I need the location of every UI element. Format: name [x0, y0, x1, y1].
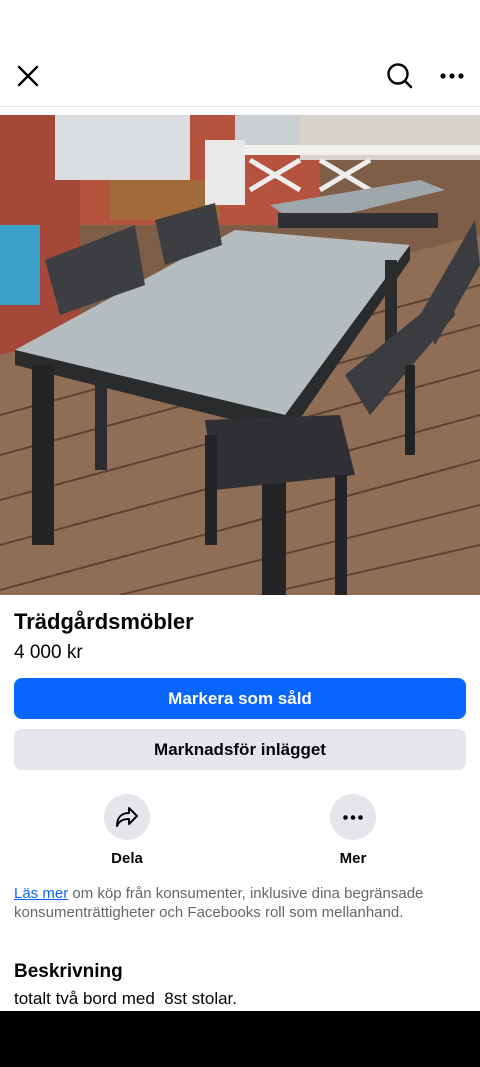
search-icon [387, 63, 413, 89]
more-label: Mer [339, 850, 367, 867]
share-label: Dela [111, 850, 143, 867]
close-icon [17, 65, 39, 87]
share-icon [116, 807, 138, 827]
listing-title: Trädgårdsmöbler [14, 609, 194, 634]
top-bar [0, 48, 480, 107]
system-nav-bar [0, 1011, 480, 1067]
disclaimer-text: om köp från konsumenter, inklusive dina … [14, 885, 424, 921]
more-options-button[interactable] [330, 794, 376, 840]
more-icon [343, 814, 363, 820]
read-more-link[interactable]: Läs mer [14, 885, 68, 902]
more-icon [440, 73, 464, 79]
more-button[interactable] [434, 58, 470, 94]
consumer-disclaimer: Läs mer om köp från konsumenter, inklusi… [14, 884, 466, 922]
share-button[interactable] [104, 794, 150, 840]
close-button[interactable] [10, 58, 46, 94]
description-text: totalt två bord med 8st stolar. [14, 989, 238, 1008]
listing-price: 4 000 kr [14, 642, 83, 663]
search-button[interactable] [382, 58, 418, 94]
promote-post-button[interactable]: Marknadsför inlägget [14, 729, 466, 770]
description-heading: Beskrivning [14, 961, 123, 982]
garden-furniture-image [0, 115, 480, 595]
more-action[interactable]: Mer [313, 794, 393, 867]
mark-as-sold-button[interactable]: Markera som såld [14, 678, 466, 719]
share-action[interactable]: Dela [87, 794, 167, 867]
listing-photo[interactable] [0, 115, 480, 595]
